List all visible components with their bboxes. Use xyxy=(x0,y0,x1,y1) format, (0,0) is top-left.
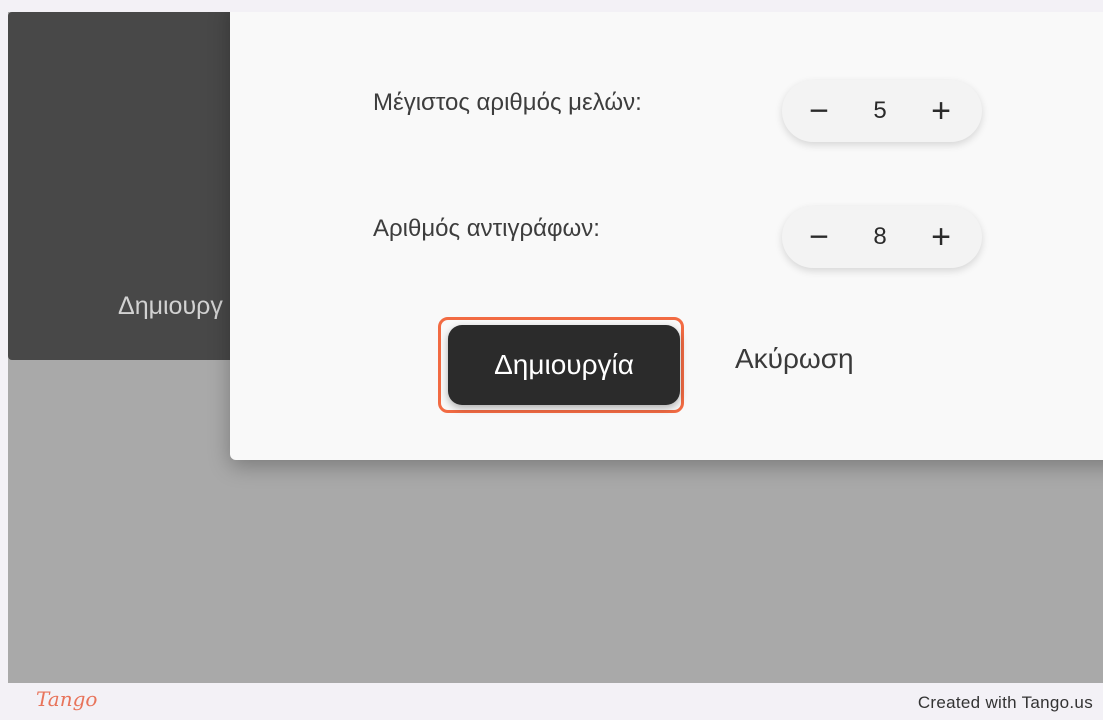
create-button[interactable]: Δημιουργία xyxy=(448,325,680,405)
copies-label: Αριθμός αντιγράφων: xyxy=(373,215,600,242)
max-members-decrement-button[interactable]: − xyxy=(800,94,838,128)
copies-increment-button[interactable]: + xyxy=(922,220,960,254)
tango-credit: Created with Tango.us xyxy=(917,693,1093,712)
max-members-increment-button[interactable]: + xyxy=(922,94,960,128)
copies-stepper: − 8 + xyxy=(782,206,982,268)
max-members-stepper: − 5 + xyxy=(782,80,982,142)
background-card-label: Δημιουργ xyxy=(118,292,223,320)
tango-logo: Tango xyxy=(36,687,98,711)
tango-footer: Tango Created with Tango.us xyxy=(0,683,1103,720)
copies-value: 8 xyxy=(873,223,887,250)
create-dialog: Μέγιστος αριθμός μελών: − 5 + Αριθμός αν… xyxy=(230,12,1103,460)
background-card: Δημιουργ xyxy=(8,12,258,360)
copies-decrement-button[interactable]: − xyxy=(800,220,838,254)
max-members-label: Μέγιστος αριθμός μελών: xyxy=(373,89,642,116)
cancel-button[interactable]: Ακύρωση xyxy=(735,343,854,375)
max-members-value: 5 xyxy=(873,97,887,124)
app-screenshot: Δημιουργ Μέγιστος αριθμός μελών: − 5 + Α… xyxy=(8,12,1103,683)
